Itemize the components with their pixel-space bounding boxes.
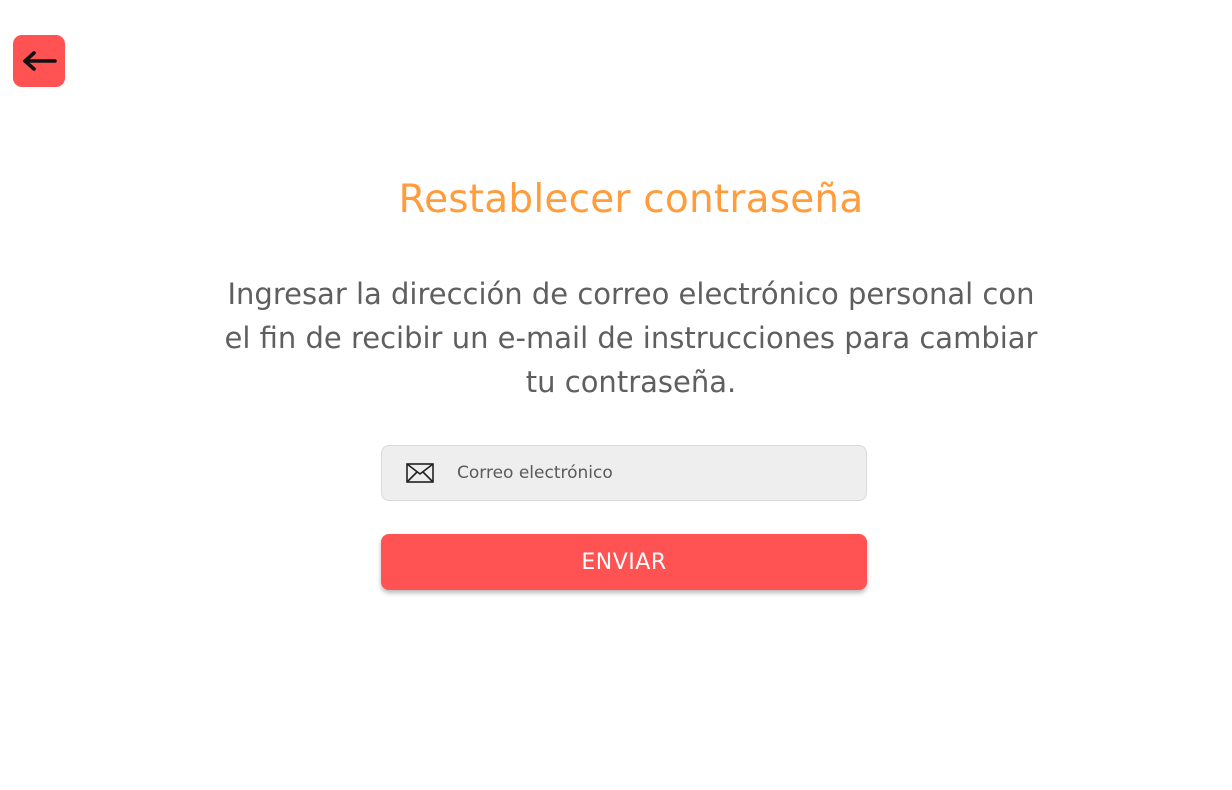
instructions-text: Ingresar la dirección de correo electrón… [224, 277, 1038, 399]
email-input[interactable] [455, 452, 839, 494]
page-title: Restablecer contraseña [398, 177, 864, 222]
send-button[interactable]: ENVIAR [381, 534, 867, 590]
reset-password-page: Restablecer contraseña Ingresar la direc… [0, 0, 1232, 790]
arrow-left-icon [23, 51, 57, 71]
back-button[interactable] [13, 35, 65, 87]
envelope-icon [406, 463, 434, 483]
email-field[interactable] [381, 445, 867, 501]
